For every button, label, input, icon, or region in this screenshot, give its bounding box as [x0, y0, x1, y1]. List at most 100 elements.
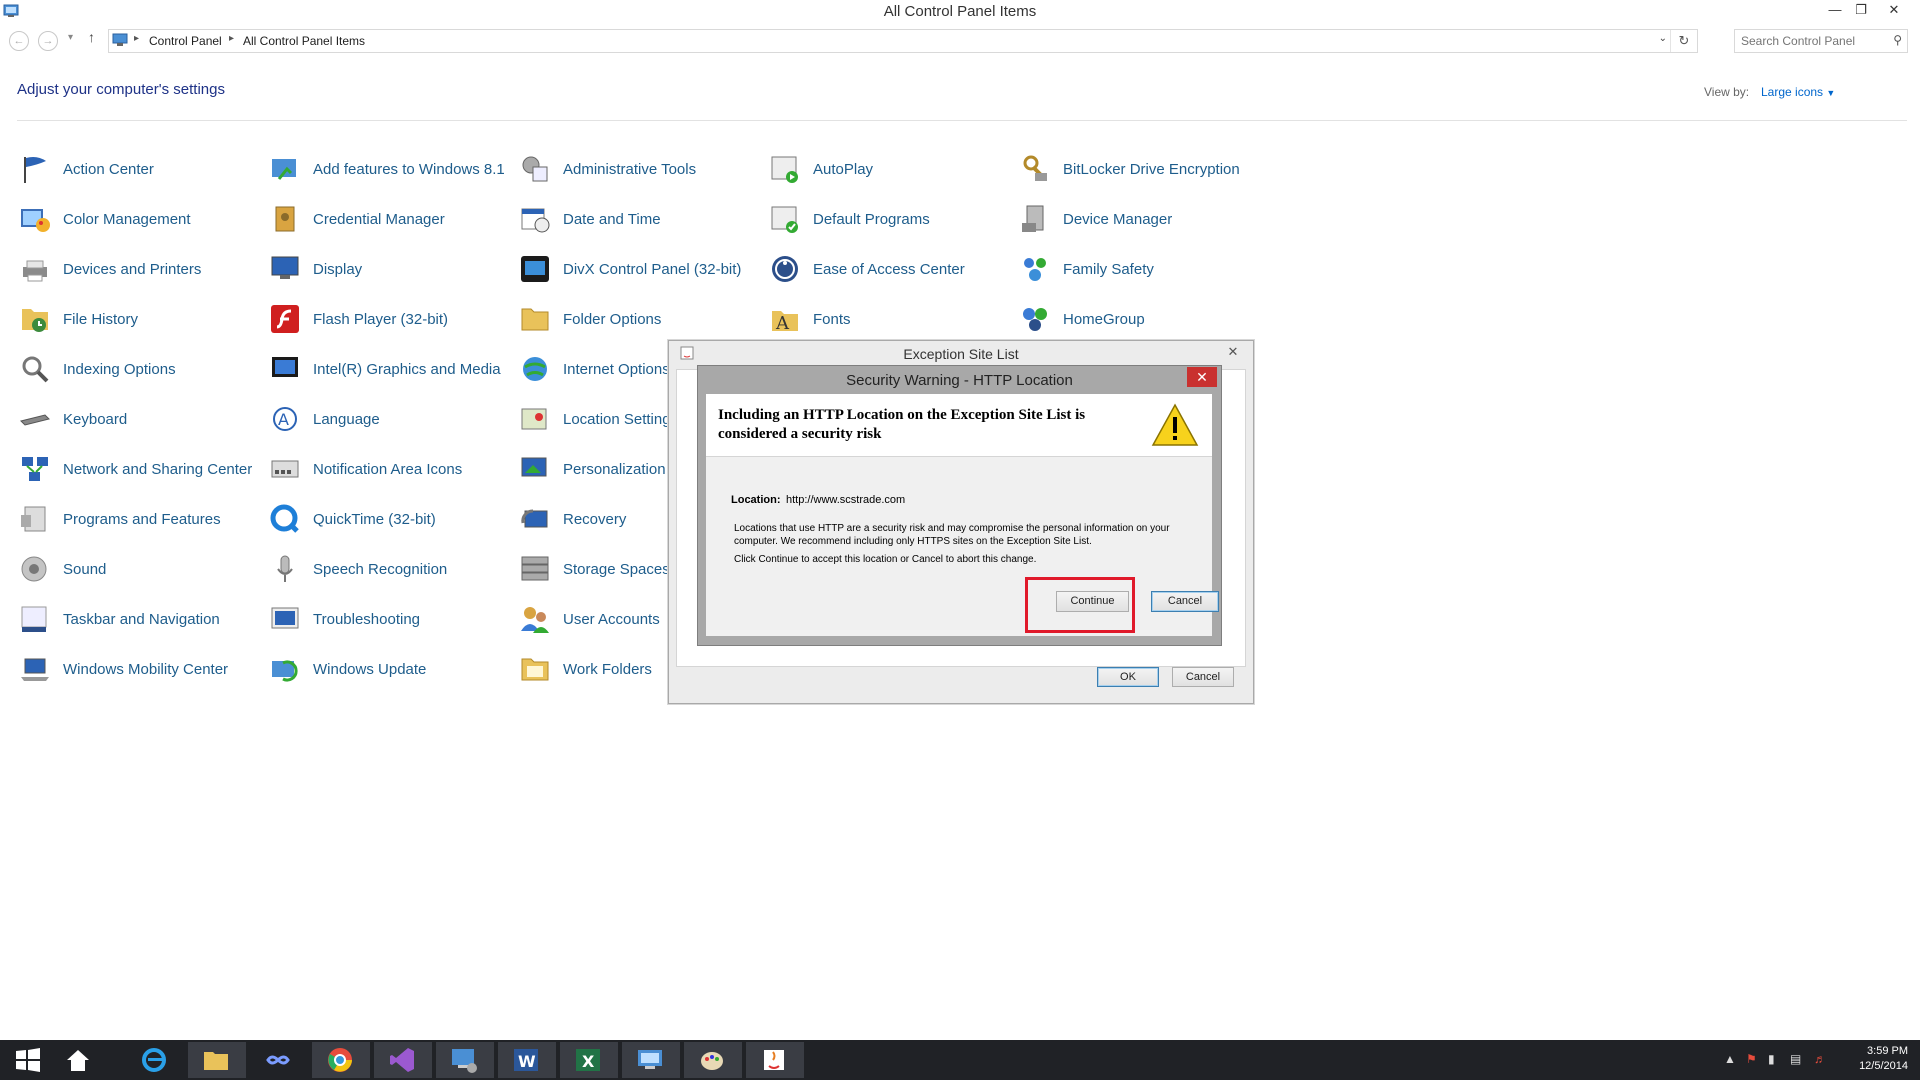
- network-icon[interactable]: ▤: [1790, 1052, 1801, 1066]
- item-ease-of-access[interactable]: Ease of Access Center: [769, 248, 1004, 292]
- item-label[interactable]: Programs and Features: [63, 510, 221, 530]
- item-folder-options[interactable]: Folder Options: [519, 298, 754, 342]
- search-icon[interactable]: ⚲: [1893, 33, 1902, 47]
- item-date-and-time[interactable]: Date and Time: [519, 198, 754, 242]
- item-label[interactable]: QuickTime (32-bit): [313, 510, 436, 530]
- item-label[interactable]: Administrative Tools: [563, 160, 696, 180]
- item-label[interactable]: Windows Mobility Center: [63, 660, 228, 680]
- taskbar-home[interactable]: [50, 1042, 108, 1078]
- cancel-button[interactable]: Cancel: [1151, 591, 1219, 612]
- item-label[interactable]: Flash Player (32-bit): [313, 310, 448, 330]
- item-speech-recognition[interactable]: Speech Recognition: [269, 548, 504, 592]
- item-device-manager[interactable]: Device Manager: [1019, 198, 1254, 242]
- taskbar-chrome[interactable]: [312, 1042, 370, 1078]
- item-label[interactable]: Internet Options: [563, 360, 670, 380]
- item-autoplay[interactable]: AutoPlay: [769, 148, 1004, 192]
- item-label[interactable]: HomeGroup: [1063, 310, 1145, 330]
- back-button[interactable]: ←: [9, 31, 29, 51]
- item-label[interactable]: Action Center: [63, 160, 154, 180]
- item-label[interactable]: BitLocker Drive Encryption: [1063, 160, 1240, 180]
- item-indexing-options[interactable]: Indexing Options: [19, 348, 254, 392]
- item-label[interactable]: Devices and Printers: [63, 260, 201, 280]
- item-label[interactable]: Folder Options: [563, 310, 661, 330]
- taskbar-control-panel[interactable]: [622, 1042, 680, 1078]
- item-display[interactable]: Display: [269, 248, 504, 292]
- view-by-dropdown[interactable]: Large icons ▼: [1761, 85, 1835, 99]
- taskbar-infinity-app[interactable]: [250, 1042, 308, 1078]
- item-file-history[interactable]: File History: [19, 298, 254, 342]
- view-by-value[interactable]: Large icons: [1761, 85, 1823, 99]
- close-icon[interactable]: ✕: [1221, 343, 1245, 361]
- item-quicktime[interactable]: QuickTime (32-bit): [269, 498, 504, 542]
- item-label[interactable]: Language: [313, 410, 380, 430]
- item-windows-update[interactable]: Windows Update: [269, 648, 504, 692]
- close-icon[interactable]: ✕: [1187, 367, 1217, 387]
- address-bar[interactable]: ▸ Control Panel ▸ All Control Panel Item…: [108, 29, 1698, 53]
- item-label[interactable]: Sound: [63, 560, 106, 580]
- item-label[interactable]: Add features to Windows 8.1: [313, 160, 505, 180]
- item-label[interactable]: User Accounts: [563, 610, 660, 630]
- item-label[interactable]: Recovery: [563, 510, 626, 530]
- item-flash-player[interactable]: Flash Player (32-bit): [269, 298, 504, 342]
- item-windows-mobility-center[interactable]: Windows Mobility Center: [19, 648, 254, 692]
- item-color-management[interactable]: Color Management: [19, 198, 254, 242]
- item-label[interactable]: Notification Area Icons: [313, 460, 462, 480]
- item-label[interactable]: Indexing Options: [63, 360, 176, 380]
- item-label[interactable]: File History: [63, 310, 138, 330]
- item-label[interactable]: Device Manager: [1063, 210, 1172, 230]
- show-hidden-icons-chevron[interactable]: ▲: [1724, 1052, 1736, 1066]
- item-label[interactable]: Network and Sharing Center: [63, 460, 252, 480]
- item-label[interactable]: Color Management: [63, 210, 191, 230]
- item-label[interactable]: Storage Spaces: [563, 560, 670, 580]
- item-language[interactable]: A Language: [269, 398, 504, 442]
- item-label[interactable]: Ease of Access Center: [813, 260, 965, 280]
- item-troubleshooting[interactable]: Troubleshooting: [269, 598, 504, 642]
- taskbar-remote-desktop[interactable]: [436, 1042, 494, 1078]
- up-button[interactable]: ↑: [88, 29, 95, 45]
- taskbar-internet-explorer[interactable]: [126, 1042, 184, 1078]
- action-center-flag-icon[interactable]: ⚑: [1746, 1052, 1757, 1066]
- recent-locations-chevron-icon[interactable]: ▾: [68, 32, 73, 43]
- forward-button[interactable]: →: [38, 31, 58, 51]
- item-label[interactable]: Taskbar and Navigation: [63, 610, 220, 630]
- item-default-programs[interactable]: Default Programs: [769, 198, 1004, 242]
- item-label[interactable]: Speech Recognition: [313, 560, 447, 580]
- taskbar-excel[interactable]: X: [560, 1042, 618, 1078]
- item-label[interactable]: Credential Manager: [313, 210, 445, 230]
- taskbar-file-explorer[interactable]: [188, 1042, 246, 1078]
- taskbar-paint[interactable]: [684, 1042, 742, 1078]
- search-box[interactable]: ⚲: [1734, 29, 1908, 53]
- taskbar-clock[interactable]: 3:59 PM 12/5/2014: [1859, 1044, 1908, 1074]
- item-action-center[interactable]: Action Center: [19, 148, 254, 192]
- taskbar-visual-studio[interactable]: [374, 1042, 432, 1078]
- item-label[interactable]: Intel(R) Graphics and Media: [313, 360, 501, 380]
- item-label[interactable]: Windows Update: [313, 660, 426, 680]
- item-homegroup[interactable]: HomeGroup: [1019, 298, 1254, 342]
- volume-icon[interactable]: ♬: [1814, 1052, 1826, 1066]
- item-add-features[interactable]: Add features to Windows 8.1: [269, 148, 505, 192]
- breadcrumb-all-items[interactable]: All Control Panel Items: [243, 34, 365, 48]
- cancel-button[interactable]: Cancel: [1172, 667, 1234, 687]
- item-label[interactable]: Date and Time: [563, 210, 661, 230]
- ok-button[interactable]: OK: [1097, 667, 1159, 687]
- search-input[interactable]: [1739, 33, 1883, 49]
- item-label[interactable]: Family Safety: [1063, 260, 1154, 280]
- item-devices-and-printers[interactable]: Devices and Printers: [19, 248, 254, 292]
- refresh-icon[interactable]: ↻: [1670, 30, 1697, 52]
- item-label[interactable]: AutoPlay: [813, 160, 873, 180]
- taskbar-word[interactable]: W: [498, 1042, 556, 1078]
- item-notification-area-icons[interactable]: Notification Area Icons: [269, 448, 504, 492]
- item-fonts[interactable]: A Fonts: [769, 298, 1004, 342]
- close-button[interactable]: ✕: [1874, 0, 1914, 22]
- item-taskbar-and-navigation[interactable]: Taskbar and Navigation: [19, 598, 254, 642]
- item-administrative-tools[interactable]: Administrative Tools: [519, 148, 754, 192]
- item-label[interactable]: Fonts: [813, 310, 851, 330]
- item-label[interactable]: Default Programs: [813, 210, 930, 230]
- item-label[interactable]: DivX Control Panel (32-bit): [563, 260, 741, 280]
- chevron-down-icon[interactable]: ⌄: [1659, 33, 1667, 44]
- item-sound[interactable]: Sound: [19, 548, 254, 592]
- item-label[interactable]: Troubleshooting: [313, 610, 420, 630]
- item-network-and-sharing-center[interactable]: Network and Sharing Center: [19, 448, 254, 492]
- item-label[interactable]: Location Settings: [563, 410, 678, 430]
- item-family-safety[interactable]: Family Safety: [1019, 248, 1254, 292]
